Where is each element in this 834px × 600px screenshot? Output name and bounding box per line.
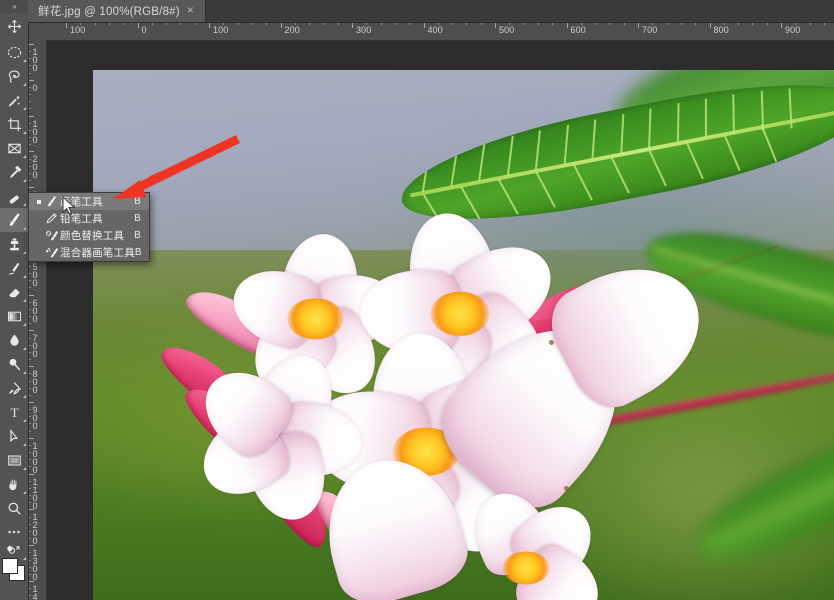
menu-item-shortcut: B: [134, 247, 142, 258]
ruler-label: 1000: [30, 440, 40, 473]
ruler-label: 300: [356, 25, 372, 35]
photo-image: [93, 70, 834, 600]
tool-elliptical-marquee[interactable]: [0, 40, 28, 64]
ruler-label: 400: [427, 25, 443, 35]
brush-tool-flyout-menu[interactable]: 画笔工具 B 铅笔工具 B 颜色替换工具 B 混合器画笔工具 B: [28, 192, 150, 262]
tools-panel[interactable]: » T: [0, 0, 29, 600]
photoshop-window: 1000100200300400500600700800900100011001…: [0, 0, 834, 600]
ruler-label: 800: [713, 25, 729, 35]
menu-item-shortcut: B: [134, 196, 141, 207]
ruler-label: 100: [213, 25, 229, 35]
flower-left-mid: [188, 342, 366, 528]
document-tab-bar: 鲜花.jpg @ 100%(RGB/8#) ×: [28, 0, 834, 23]
tool-hand[interactable]: [0, 472, 28, 496]
menu-item-brush-tool[interactable]: 画笔工具 B: [29, 193, 149, 210]
menu-item-shortcut: B: [134, 213, 141, 224]
menu-item-color-replacement-tool[interactable]: 颜色替换工具 B: [29, 227, 149, 244]
tool-quick-selection[interactable]: [0, 88, 28, 112]
document-tab-title: 鲜花.jpg @ 100%(RGB/8#): [38, 6, 180, 18]
svg-text:T: T: [10, 405, 18, 420]
ruler-label: 500: [499, 25, 515, 35]
ruler-label: 700: [30, 333, 40, 358]
tool-dodge[interactable]: [0, 352, 28, 376]
menu-item-shortcut: B: [134, 230, 141, 241]
pencil-icon: [43, 212, 60, 225]
mixer-brush-icon: [43, 246, 60, 259]
ruler-label: 100: [70, 25, 86, 35]
document-canvas[interactable]: [93, 70, 834, 600]
menu-item-pencil-tool[interactable]: 铅笔工具 B: [29, 210, 149, 227]
tool-brush[interactable]: [0, 208, 28, 232]
ruler-label: 200: [30, 154, 40, 179]
tool-type[interactable]: T: [0, 400, 28, 424]
tool-pen[interactable]: [0, 376, 28, 400]
ruler-label: 1400: [30, 584, 40, 600]
tool-crop[interactable]: [0, 112, 28, 136]
flower-bottom-small: [449, 481, 613, 600]
ruler-label: 600: [30, 297, 40, 322]
horizontal-ruler[interactable]: 1000100200300400500600700800900100011001…: [46, 22, 834, 41]
ruler-label: 1200: [30, 512, 40, 545]
ruler-label: 900: [30, 405, 40, 429]
tool-zoom[interactable]: [0, 496, 28, 520]
vertical-ruler[interactable]: 1000100200300400500600700800900100011001…: [28, 40, 47, 600]
checkmark-icon: [34, 199, 43, 204]
color-replacement-icon: [43, 229, 60, 242]
ruler-label: 0: [30, 82, 40, 91]
ruler-label: 900: [785, 25, 801, 35]
petal-spot-1: [563, 486, 569, 492]
toolbar-expand-button[interactable]: »: [0, 0, 28, 13]
document-tab[interactable]: 鲜花.jpg @ 100%(RGB/8#) ×: [28, 0, 206, 22]
ruler-label: 700: [642, 25, 658, 35]
menu-item-label: 颜色替换工具: [60, 230, 125, 242]
tool-path-selection[interactable]: [0, 424, 28, 448]
menu-item-label: 混合器画笔工具: [60, 247, 135, 259]
ruler-label: 1100: [30, 476, 40, 509]
tool-clone-stamp[interactable]: [0, 232, 28, 256]
tool-eraser[interactable]: [0, 280, 28, 304]
ruler-label: 800: [30, 369, 40, 394]
ruler-label: 500: [30, 261, 40, 286]
tool-slice[interactable]: [0, 136, 28, 160]
tool-gradient[interactable]: [0, 304, 28, 328]
menu-item-label: 铅笔工具: [60, 213, 103, 225]
ruler-label: 1300: [30, 548, 40, 581]
menu-item-mixer-brush-tool[interactable]: 混合器画笔工具 B: [29, 244, 149, 261]
brush-icon: [43, 195, 60, 208]
tool-healing-brush[interactable]: [0, 184, 28, 208]
canvas-area[interactable]: [46, 40, 834, 600]
close-icon[interactable]: ×: [187, 4, 194, 16]
ruler-corner[interactable]: [28, 22, 47, 41]
ruler-label: 100: [30, 47, 40, 71]
tool-eyedropper[interactable]: [0, 160, 28, 184]
ruler-label: 0: [141, 25, 147, 35]
tool-history-brush[interactable]: [0, 256, 28, 280]
ruler-label: 200: [284, 25, 300, 35]
tool-blur[interactable]: [0, 328, 28, 352]
tool-move[interactable]: [0, 14, 28, 38]
tool-rectangle[interactable]: [0, 448, 28, 472]
ruler-label: 100: [30, 118, 40, 143]
menu-item-label: 画笔工具: [60, 196, 103, 208]
tool-lasso[interactable]: [0, 64, 28, 88]
ruler-label: 600: [570, 25, 586, 35]
